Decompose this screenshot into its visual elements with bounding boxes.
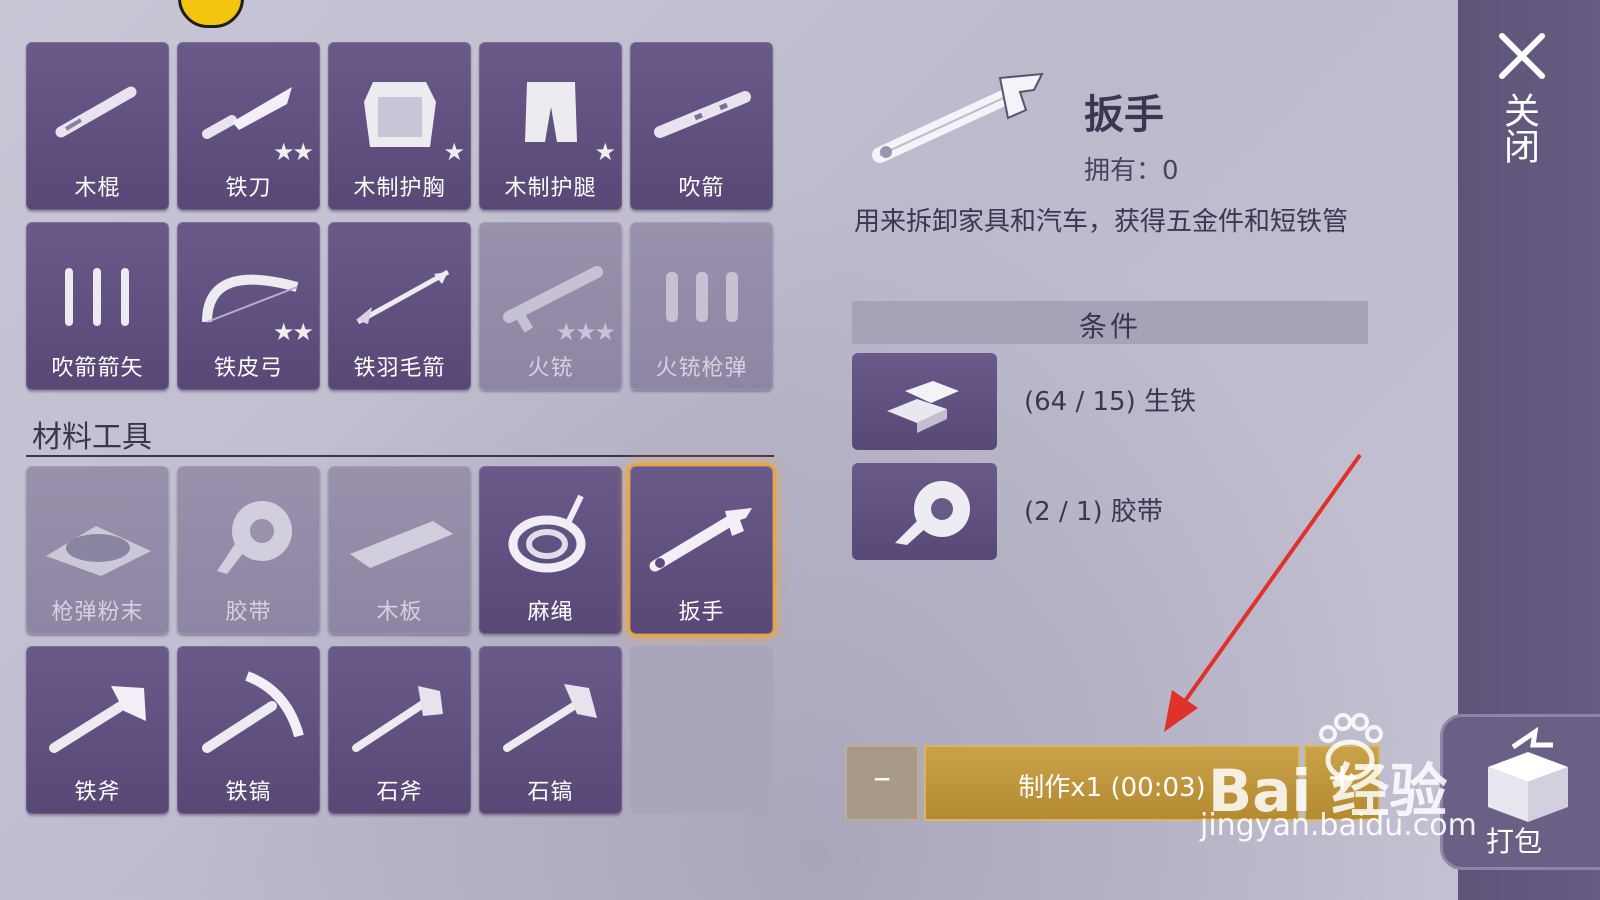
pack-button-label: 打包 — [1486, 825, 1543, 858]
wooden-stick-icon — [36, 62, 159, 162]
conditions-header: 条件 — [852, 301, 1368, 344]
blowgun-darts-icon — [36, 242, 159, 342]
recipe-label: 木板 — [376, 600, 423, 625]
item-name: 扳手 — [1084, 92, 1164, 138]
recipe-gunpowder[interactable]: 枪弹粉末 — [26, 466, 169, 634]
recipe-wooden-legguard[interactable]: ★ 木制护腿 — [479, 42, 622, 210]
recipe-iron-axe[interactable]: 铁斧 — [26, 646, 169, 814]
tape-icon — [187, 486, 310, 586]
recipe-wood-plank[interactable]: 木板 — [328, 466, 471, 634]
recipe-label: 铁皮弓 — [213, 356, 283, 381]
requirement-pig-iron[interactable] — [852, 353, 997, 450]
wrench-icon — [640, 486, 763, 586]
recipe-label: 铁羽毛箭 — [353, 356, 446, 381]
recipe-label: 火铳枪弹 — [655, 356, 748, 381]
recipe-blowgun-darts[interactable]: 吹箭箭矢 — [26, 222, 169, 390]
rarity-stars: ★ — [443, 138, 464, 166]
recipe-label: 石斧 — [376, 780, 423, 805]
recipe-label: 吹箭 — [678, 176, 725, 201]
recipe-label: 木制护胸 — [353, 176, 446, 201]
iron-arrow-icon — [338, 242, 461, 342]
decrease-quantity-button[interactable]: – — [845, 745, 919, 821]
rarity-stars: ★★★ — [555, 318, 616, 346]
wrench-icon — [860, 60, 1050, 175]
recipe-label: 铁镐 — [225, 780, 272, 805]
rarity-stars: ★ — [594, 138, 615, 166]
recipe-stone-pickaxe[interactable]: 石镐 — [479, 646, 622, 814]
recipe-iron-knife[interactable]: ★★ 铁刀 — [177, 42, 320, 210]
requirement-text: (64 / 15) 生铁 — [1024, 387, 1197, 417]
recipe-iron-arrow[interactable]: 铁羽毛箭 — [328, 222, 471, 390]
pig-iron-icon — [887, 381, 959, 433]
recipe-label: 木制护腿 — [504, 176, 597, 201]
watermark-url: jingyan.baidu.com — [1200, 808, 1477, 843]
stone-axe-icon — [338, 666, 461, 766]
musket-ammo-icon — [640, 242, 763, 342]
rarity-stars: ★★ — [272, 318, 314, 346]
rarity-stars: ★★ — [272, 138, 314, 166]
recipe-label: 铁刀 — [225, 176, 272, 201]
recipe-iron-bow[interactable]: ★★ 铁皮弓 — [177, 222, 320, 390]
section-divider — [26, 455, 774, 457]
recipe-label: 火铳 — [527, 356, 574, 381]
iron-axe-icon — [36, 666, 159, 766]
recipe-wooden-stick[interactable]: 木棍 — [26, 42, 169, 210]
close-icon[interactable] — [1496, 30, 1548, 82]
recipe-label: 木棍 — [74, 176, 121, 201]
recipe-wrench[interactable]: 扳手 — [630, 466, 773, 634]
empty-slot — [630, 646, 773, 814]
conditions-label: 条件 — [1078, 310, 1141, 343]
iron-pickaxe-icon — [187, 666, 310, 766]
box-icon — [1488, 727, 1568, 822]
requirement-tape[interactable] — [852, 463, 997, 560]
owned-count: 拥有：0 — [1084, 156, 1179, 186]
section-title-materials: 材料工具 — [32, 420, 152, 455]
recipe-tape[interactable]: 胶带 — [177, 466, 320, 634]
annotation-arrow — [1164, 453, 1362, 732]
recipe-label: 扳手 — [678, 600, 725, 625]
recipe-stone-axe[interactable]: 石斧 — [328, 646, 471, 814]
recipe-rope[interactable]: 麻绳 — [479, 466, 622, 634]
recipe-label: 石镐 — [527, 780, 574, 805]
minus-label: – — [873, 757, 891, 798]
recipe-musket-ammo[interactable]: 火铳枪弹 — [630, 222, 773, 390]
recipe-musket[interactable]: ★★★ 火铳 — [479, 222, 622, 390]
wood-plank-icon — [338, 486, 461, 586]
recipe-label: 麻绳 — [527, 600, 574, 625]
recipe-iron-pickaxe[interactable]: 铁镐 — [177, 646, 320, 814]
recipe-label: 吹箭箭矢 — [51, 356, 144, 381]
gunpowder-icon — [36, 486, 159, 586]
recipe-label: 铁斧 — [74, 780, 121, 805]
recipe-label: 胶带 — [225, 600, 272, 625]
requirement-text: (2 / 1) 胶带 — [1024, 497, 1163, 527]
item-description: 用来拆卸家具和汽车，获得五金件和短铁管 — [854, 207, 1349, 237]
close-button-label[interactable]: 关闭 — [1498, 92, 1540, 164]
blowgun-icon — [640, 62, 763, 162]
stone-pickaxe-icon — [489, 666, 612, 766]
rope-icon — [489, 486, 612, 586]
recipe-wooden-chestguard[interactable]: ★ 木制护胸 — [328, 42, 471, 210]
recipe-blowgun[interactable]: 吹箭 — [630, 42, 773, 210]
recipe-label: 枪弹粉末 — [51, 600, 144, 625]
tape-icon — [895, 481, 970, 545]
